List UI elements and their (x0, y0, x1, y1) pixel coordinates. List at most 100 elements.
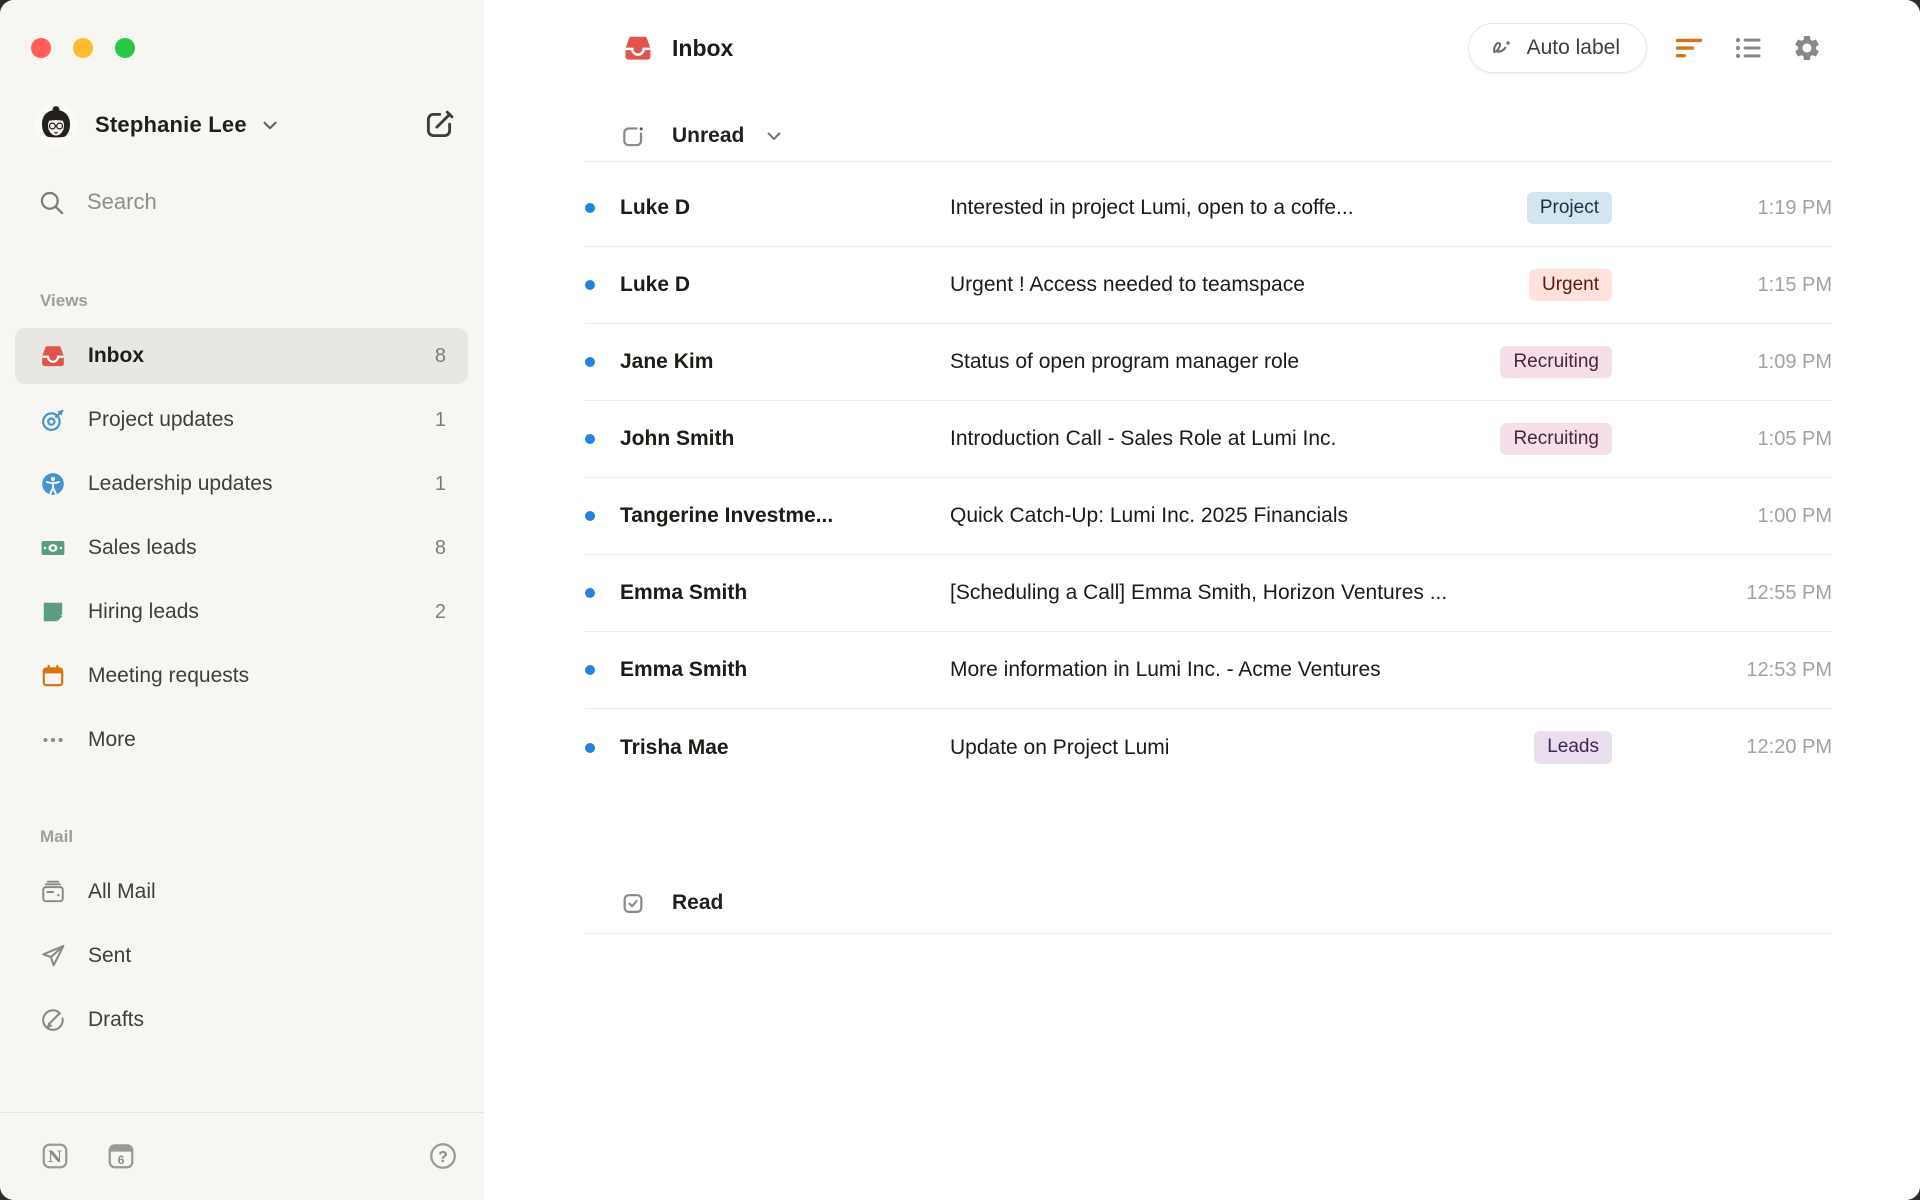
email-tag: Leads (1534, 731, 1612, 764)
sidebar-item-drafts[interactable]: Drafts (15, 992, 468, 1048)
sidebar-footer: N 6 ? (40, 1134, 458, 1178)
svg-text:?: ? (438, 1149, 448, 1166)
mail-app-window: Stephanie Lee Search Views Inbox 8 Projec… (0, 0, 1920, 1200)
auto-label-text: Auto label (1526, 36, 1620, 59)
unread-dot (585, 280, 595, 290)
unread-label: Unread (672, 124, 745, 147)
unread-dot (585, 511, 595, 521)
window-controls (31, 38, 135, 58)
unread-section-header[interactable]: Unread (585, 112, 784, 160)
email-sender: Tangerine Investme... (620, 504, 834, 527)
sidebar-item-more[interactable]: More (15, 712, 468, 768)
email-row[interactable]: Emma Smith [Scheduling a Call] Emma Smith… (585, 555, 1832, 632)
email-subject: Update on Project Lumi (950, 735, 1170, 759)
sidebar-sections: Views Inbox 8 Project updates 1 Leadership… (0, 286, 484, 1056)
sidebar-item-label: Leadership updates (88, 472, 273, 495)
inbox-icon (40, 343, 66, 369)
divider (585, 161, 1832, 162)
sidebar-item-label: Drafts (88, 1008, 145, 1031)
email-row[interactable]: John Smith Introduction Call - Sales Role… (585, 401, 1832, 478)
accessibility-icon (40, 471, 66, 497)
page-title: Inbox (672, 34, 734, 61)
email-sender: John Smith (620, 427, 735, 450)
svg-text:N: N (48, 1147, 62, 1166)
sidebar-item-label: More (88, 728, 136, 751)
email-row[interactable]: Luke D Interested in project Lumi, open t… (585, 170, 1832, 247)
email-row[interactable]: Trisha Mae Update on Project Lumi Leads 12:… (585, 709, 1832, 786)
sidebar-item-project-updates[interactable]: Project updates 1 (15, 392, 468, 448)
calendar-icon (40, 663, 66, 689)
divider (585, 933, 1832, 934)
sidebar-item-sales-leads[interactable]: Sales leads 8 (15, 520, 468, 576)
filter-icon[interactable] (1672, 31, 1706, 65)
sidebar-item-label: Hiring leads (88, 600, 199, 623)
sidebar-item-label: Meeting requests (88, 664, 250, 687)
chevron-down-icon[interactable] (764, 126, 784, 146)
target-icon (40, 407, 66, 433)
help-icon[interactable]: ? (428, 1141, 458, 1171)
sidebar-item-leadership-updates[interactable]: Leadership updates 1 (15, 456, 468, 512)
email-subject: Urgent ! Access needed to teamspace (950, 273, 1305, 296)
email-sender: Emma Smith (620, 581, 748, 604)
section-label: Mail (40, 827, 74, 846)
email-time: 1:00 PM (1757, 504, 1832, 527)
auto-label-wand-icon (1492, 41, 1510, 54)
auto-label-button[interactable]: Auto label (1467, 23, 1647, 73)
money-icon (40, 535, 66, 561)
sidebar-item-count: 1 (434, 472, 446, 495)
zoom-window-button[interactable] (115, 38, 135, 58)
send-icon (40, 943, 66, 969)
email-time: 1:19 PM (1757, 196, 1832, 219)
dots-icon (40, 727, 66, 753)
email-tag: Recruiting (1500, 345, 1612, 379)
unread-dot (585, 588, 595, 598)
unread-checkbox-icon (620, 123, 646, 149)
sidebar-item-label: Sent (88, 944, 132, 967)
note-icon (40, 599, 66, 625)
chevron-down-icon[interactable] (259, 114, 281, 136)
sidebar: Stephanie Lee Search Views Inbox 8 Projec… (0, 0, 484, 1200)
account-name[interactable]: Stephanie Lee (95, 112, 247, 138)
sidebar-item-all-mail[interactable]: All Mail (15, 864, 468, 920)
email-row[interactable]: Emma Smith More information in Lumi Inc. … (585, 632, 1832, 709)
email-tag: Urgent (1528, 268, 1612, 302)
email-subject: Interested in project Lumi, open to a co… (950, 196, 1354, 219)
notion-app-icon[interactable]: N (40, 1141, 70, 1171)
email-subject: Quick Catch-Up: Lumi Inc. 2025 Financial… (950, 504, 1349, 527)
minimize-window-button[interactable] (73, 38, 93, 58)
sidebar-item-hiring-leads[interactable]: Hiring leads 2 (15, 584, 468, 640)
unread-dot (585, 665, 595, 675)
sidebar-item-count: 8 (434, 536, 446, 559)
compose-icon[interactable] (422, 108, 456, 142)
email-time: 1:09 PM (1757, 350, 1832, 373)
email-time: 1:05 PM (1757, 427, 1832, 450)
email-row[interactable]: Luke D Urgent ! Access needed to teamspac… (585, 247, 1832, 324)
unread-dot (585, 742, 595, 753)
drafts-icon (40, 1007, 66, 1033)
email-row[interactable]: Tangerine Investme... Quick Catch-Up: Lum… (585, 478, 1832, 555)
email-time: 1:15 PM (1757, 273, 1832, 296)
email-subject: Introduction Call - Sales Role at Lumi I… (950, 427, 1337, 450)
email-tag: Project (1526, 191, 1612, 225)
search-button[interactable]: Search (38, 178, 464, 226)
sidebar-section-mail: Mail All Mail Sent Drafts (0, 822, 484, 1048)
sidebar-item-sent[interactable]: Sent (15, 928, 468, 984)
avatar (34, 103, 78, 147)
sidebar-item-inbox[interactable]: Inbox 8 (15, 328, 468, 384)
unread-dot (585, 203, 595, 213)
email-sender: Emma Smith (620, 658, 748, 681)
email-tag: Recruiting (1500, 422, 1612, 456)
list-view-icon[interactable] (1731, 31, 1765, 65)
email-list: Luke D Interested in project Lumi, open t… (585, 170, 1832, 786)
unread-dot (585, 357, 595, 367)
sidebar-item-meeting-requests[interactable]: Meeting requests (15, 648, 468, 704)
read-section-header[interactable]: Read (585, 879, 723, 927)
email-time: 12:20 PM (1746, 736, 1832, 758)
notion-calendar-app-icon[interactable]: 6 (106, 1141, 136, 1171)
email-row[interactable]: Jane Kim Status of open program manager r… (585, 324, 1832, 401)
sidebar-item-label: Project updates (88, 408, 234, 431)
settings-gear-icon[interactable] (1790, 31, 1824, 65)
svg-text:6: 6 (118, 1153, 125, 1167)
close-window-button[interactable] (31, 38, 51, 58)
search-icon (38, 189, 65, 216)
